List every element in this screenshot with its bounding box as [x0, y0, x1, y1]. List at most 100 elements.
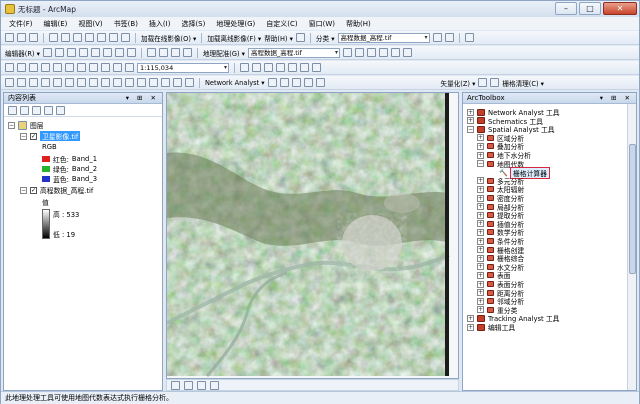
- expand-icon[interactable]: +: [477, 177, 484, 185]
- solve-icon[interactable]: [315, 78, 325, 87]
- map-view[interactable]: [166, 92, 459, 379]
- network-layer-icon[interactable]: [267, 78, 277, 87]
- trace-icon[interactable]: [158, 48, 168, 57]
- toc-panel-buttons[interactable]: ▾ ⊞ ✕: [126, 93, 159, 104]
- paste-map-icon[interactable]: [77, 63, 86, 72]
- expand-icon[interactable]: +: [477, 151, 484, 159]
- fit-display-icon[interactable]: [342, 48, 352, 57]
- expand-icon[interactable]: +: [477, 289, 484, 297]
- editor-toolbar-icon[interactable]: [240, 63, 249, 72]
- menu-edit[interactable]: 编辑(E): [44, 19, 68, 29]
- vectorization-menu[interactable]: 矢量化(Z) ▾: [441, 78, 476, 88]
- menu-file[interactable]: 文件(F): [9, 19, 33, 29]
- expand-icon[interactable]: +: [477, 297, 484, 305]
- clear-selection-icon[interactable]: [113, 78, 122, 87]
- cut-map-icon[interactable]: [53, 63, 62, 72]
- expand-icon[interactable]: +: [477, 203, 484, 211]
- collapse-icon[interactable]: −: [467, 125, 474, 133]
- layer-name[interactable]: 高程数据_高程.tif: [40, 185, 93, 195]
- draw-icon[interactable]: [464, 33, 474, 42]
- expand-icon[interactable]: +: [477, 280, 484, 288]
- menu-help[interactable]: 帮助(H): [346, 19, 371, 29]
- search-window-icon[interactable]: [276, 63, 285, 72]
- create-location-icon[interactable]: [291, 78, 301, 87]
- scrollbar-thumb[interactable]: [629, 144, 636, 274]
- collapse-icon[interactable]: −: [20, 186, 27, 194]
- html-popup-icon[interactable]: [185, 78, 194, 87]
- histogram-icon[interactable]: [444, 33, 454, 42]
- zoom-out-icon[interactable]: [17, 78, 26, 87]
- expand-icon[interactable]: +: [477, 237, 484, 245]
- save-icon[interactable]: [29, 33, 38, 42]
- print-icon[interactable]: [41, 63, 50, 72]
- toc-options-icon[interactable]: [56, 105, 65, 115]
- copy-icon[interactable]: [61, 33, 70, 42]
- pan-icon[interactable]: [29, 78, 38, 87]
- redo-icon[interactable]: [109, 33, 118, 42]
- layer-visibility-checkbox[interactable]: ✓: [30, 132, 37, 140]
- copy-map-icon[interactable]: [65, 63, 74, 72]
- collapse-icon[interactable]: −: [8, 121, 15, 129]
- rotate-georef-icon[interactable]: [354, 48, 364, 57]
- hyperlink-icon[interactable]: [173, 78, 182, 87]
- topology-icon[interactable]: [170, 48, 180, 57]
- collapse-icon[interactable]: −: [20, 132, 27, 140]
- editor-menu[interactable]: 编辑器(R) ▾: [5, 48, 40, 58]
- fixed-zoom-in-icon[interactable]: [53, 78, 62, 87]
- minimize-button[interactable]: –: [555, 2, 577, 15]
- create-features-icon[interactable]: [126, 48, 136, 57]
- link-table-icon[interactable]: [390, 48, 400, 57]
- add-data-icon[interactable]: [121, 33, 130, 42]
- expand-icon[interactable]: +: [477, 228, 484, 236]
- edit-vertex-icon[interactable]: [54, 48, 64, 57]
- layer-visibility-checkbox[interactable]: ✓: [30, 186, 37, 194]
- new-icon[interactable]: [5, 33, 14, 42]
- expand-icon[interactable]: +: [477, 142, 484, 150]
- toc-layer-satellite[interactable]: − ✓ 卫星影像.tif: [20, 131, 81, 141]
- expand-icon[interactable]: +: [477, 134, 484, 142]
- expand-icon[interactable]: +: [467, 117, 474, 125]
- expand-icon[interactable]: +: [477, 211, 484, 219]
- maximize-button[interactable]: □: [579, 2, 601, 15]
- menu-insert[interactable]: 插入(I): [149, 19, 171, 29]
- map-scale-select[interactable]: 1:115,034: [137, 62, 229, 73]
- reshape-icon[interactable]: [66, 48, 76, 57]
- catalog-window-icon[interactable]: [264, 63, 273, 72]
- forward-extent-icon[interactable]: [89, 78, 98, 87]
- list-by-source-icon[interactable]: [20, 105, 29, 115]
- sketch-icon[interactable]: [114, 48, 124, 57]
- open-map-icon[interactable]: [17, 63, 26, 72]
- new-map-icon[interactable]: [5, 63, 14, 72]
- georeferencing-menu[interactable]: 地理配准(G) ▾: [203, 48, 245, 58]
- cogo-icon[interactable]: [182, 48, 192, 57]
- menu-customize[interactable]: 自定义(C): [266, 19, 297, 29]
- rotate-icon[interactable]: [90, 48, 100, 57]
- python-window-icon[interactable]: [300, 63, 309, 72]
- satellite-imagery[interactable]: [167, 93, 459, 379]
- menu-geoprocessing[interactable]: 地理处理(G): [216, 19, 255, 29]
- expand-icon[interactable]: +: [477, 254, 484, 262]
- delete-map-icon[interactable]: [89, 63, 98, 72]
- delete-icon[interactable]: [85, 33, 94, 42]
- paste-icon[interactable]: [73, 33, 82, 42]
- menu-view[interactable]: 视图(V): [78, 19, 102, 29]
- zoom-in-icon[interactable]: [5, 78, 14, 87]
- move-location-icon[interactable]: [303, 78, 313, 87]
- network-window-icon[interactable]: [279, 78, 289, 87]
- measure-icon[interactable]: [161, 78, 170, 87]
- select-elements-icon[interactable]: [125, 78, 134, 87]
- vectorization-icon[interactable]: [478, 78, 488, 87]
- refresh-icon[interactable]: [197, 380, 206, 390]
- expand-icon[interactable]: +: [477, 185, 484, 193]
- symbology-icon[interactable]: [432, 33, 442, 42]
- toolbox-item[interactable]: + 编辑工具: [467, 322, 515, 332]
- expand-icon[interactable]: +: [477, 271, 484, 279]
- arctoolbox-scrollbar[interactable]: [627, 104, 636, 390]
- georef-layer-select[interactable]: 高程数据_高程.tif: [247, 47, 340, 58]
- menu-windows[interactable]: 窗口(W): [309, 19, 335, 29]
- data-view-icon[interactable]: [171, 380, 180, 390]
- trace-vector-icon[interactable]: [490, 78, 500, 87]
- save-map-icon[interactable]: [29, 63, 38, 72]
- expand-icon[interactable]: +: [467, 314, 474, 322]
- expand-icon[interactable]: +: [477, 263, 484, 271]
